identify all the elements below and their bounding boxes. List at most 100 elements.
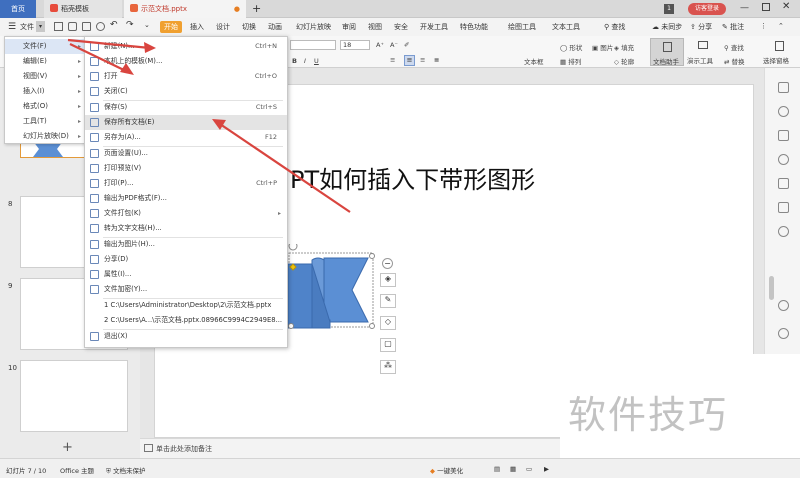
format-icon[interactable] bbox=[778, 82, 789, 93]
settings-icon[interactable] bbox=[778, 328, 789, 339]
protect-status[interactable]: ⛨ 文档未保护 bbox=[106, 465, 145, 476]
file-menu-properties[interactable]: 属性(I)... bbox=[85, 267, 287, 282]
pen-icon[interactable]: ✎ bbox=[380, 294, 396, 308]
doc-helper-icon bbox=[663, 42, 672, 52]
share-button[interactable]: ⇪ 分享 bbox=[690, 22, 712, 32]
tools-icon[interactable] bbox=[778, 202, 789, 213]
shrink-font-icon[interactable]: A⁻ bbox=[390, 41, 398, 49]
arrow-to-open bbox=[69, 43, 134, 75]
file-menu-label: 分享(D) bbox=[104, 255, 129, 263]
sync-label: 未同步 bbox=[661, 23, 683, 31]
notes-icon bbox=[144, 444, 153, 452]
comment-button[interactable]: ✎ 批注 bbox=[722, 22, 744, 32]
beautify-label: 一键美化 bbox=[437, 467, 464, 475]
arrange-button[interactable]: ▦ 排列 bbox=[560, 56, 581, 66]
help-icon[interactable] bbox=[778, 300, 789, 311]
tab-drawing-tools[interactable]: 绘图工具 bbox=[508, 22, 536, 32]
file-menu-share[interactable]: 分享(D) bbox=[85, 252, 287, 267]
backup-icon[interactable] bbox=[778, 226, 789, 237]
image-export-icon bbox=[90, 240, 99, 249]
sync-button[interactable]: ☁ 未同步 bbox=[652, 22, 682, 32]
find-label: 查找 bbox=[730, 44, 744, 52]
find-button[interactable]: ⚲ 查找 bbox=[724, 42, 744, 52]
notes-placeholder: 单击此处添加备注 bbox=[156, 445, 212, 453]
animation-icon[interactable]: ⁂ bbox=[380, 360, 396, 374]
select-pane-label: 选择窗格 bbox=[763, 57, 789, 65]
replace-button[interactable]: ⇄ 替换 bbox=[724, 56, 745, 66]
normal-view-icon[interactable]: ▤ bbox=[494, 465, 500, 473]
file-menu-exit[interactable]: 退出(X) bbox=[85, 329, 287, 344]
collapse-ribbon-icon[interactable]: ⌃ bbox=[778, 22, 784, 30]
picture-icon: ▣ bbox=[592, 44, 601, 52]
minimize-icon[interactable]: — bbox=[740, 3, 749, 13]
fill-button[interactable]: ◈ 填充 bbox=[614, 42, 634, 52]
text-box-button[interactable]: 文本框 bbox=[524, 56, 544, 66]
tab-developer[interactable]: 开发工具 bbox=[420, 22, 448, 32]
file-menu-recent-2[interactable]: 2 C:\Users\A...\示范文档.pptx.08966C9994C294… bbox=[85, 313, 287, 328]
slide-thumbnail-10[interactable] bbox=[20, 360, 128, 432]
annotation-arrows bbox=[67, 38, 351, 213]
arrange-icon: ▦ bbox=[560, 58, 569, 66]
protect-label: 文档未保护 bbox=[112, 467, 146, 475]
style-icon[interactable] bbox=[778, 130, 789, 141]
more-icon[interactable]: ⋮ bbox=[760, 22, 767, 30]
ribbon-banner-shape[interactable] bbox=[286, 244, 386, 330]
file-menu-export-image[interactable]: 输出为图片(H)... bbox=[85, 237, 287, 252]
file-menu-encrypt[interactable]: 文件加密(Y)... bbox=[85, 282, 287, 297]
fill-bucket-icon[interactable]: ◇ bbox=[380, 316, 396, 330]
animation-pane-icon[interactable] bbox=[778, 154, 789, 165]
file-menu-label: 2 C:\Users\A...\示范文档.pptx.08966C9994C294… bbox=[104, 316, 283, 324]
search-button[interactable]: ⚲ 查找 bbox=[604, 22, 625, 32]
shape-button[interactable]: ◯ 形状 bbox=[560, 42, 582, 52]
encrypt-icon bbox=[90, 285, 99, 294]
restore-icon[interactable] bbox=[762, 3, 770, 11]
clear-format-icon[interactable]: ✐ bbox=[404, 41, 409, 49]
file-menu-label: 文件加密(Y)... bbox=[104, 285, 148, 293]
align-center-icon[interactable]: ≡ bbox=[404, 55, 415, 66]
collapse-tools-icon[interactable]: − bbox=[382, 258, 393, 269]
picture-button[interactable]: ▣ 图片 bbox=[592, 42, 613, 52]
reading-view-icon[interactable]: ▭ bbox=[526, 465, 532, 473]
presenter-tools-button[interactable]: 演示工具 bbox=[686, 38, 720, 66]
justify-icon[interactable]: ≣ bbox=[434, 56, 439, 64]
login-button[interactable]: 访客登录 bbox=[688, 3, 726, 15]
status-bar: 幻灯片 7 / 10 Office 主题 ⛨ 文档未保护 ◆ 一键美化 ▤ ▦ … bbox=[0, 458, 800, 478]
file-menu-recent-1[interactable]: 1 C:\Users\Administrator\Desktop\2\示范文档.… bbox=[85, 298, 287, 313]
arrow-to-new bbox=[67, 38, 156, 53]
chat-icon[interactable] bbox=[778, 106, 789, 117]
file-menu-label: 输出为图片(H)... bbox=[104, 240, 155, 248]
tab-text-tools[interactable]: 文本工具 bbox=[552, 22, 580, 32]
outline-button[interactable]: ◇ 轮廓 bbox=[614, 56, 634, 66]
theme-name: Office 主题 bbox=[60, 467, 95, 475]
align-left-icon[interactable]: ≡ bbox=[390, 56, 395, 64]
add-slide-button[interactable]: + bbox=[62, 440, 73, 455]
properties-icon bbox=[90, 270, 99, 279]
share-icon bbox=[90, 255, 99, 264]
tab-features[interactable]: 特色功能 bbox=[460, 22, 488, 32]
presenter-icon bbox=[698, 41, 708, 49]
find-icon: ⚲ bbox=[724, 44, 731, 52]
picture-label: 图片 bbox=[600, 44, 614, 52]
scrollbar-thumb[interactable] bbox=[769, 276, 774, 300]
transition-icon[interactable] bbox=[778, 178, 789, 189]
grow-font-icon[interactable]: A⁺ bbox=[376, 41, 384, 49]
doc-helper-button[interactable]: 文档助手 bbox=[650, 38, 684, 66]
tab-view[interactable]: 视图 bbox=[368, 22, 382, 32]
shape-label: 形状 bbox=[569, 44, 583, 52]
arrange-label: 排列 bbox=[568, 58, 582, 66]
sorter-view-icon[interactable]: ▦ bbox=[510, 465, 516, 473]
doc-helper-label: 文档助手 bbox=[653, 58, 679, 66]
shield-icon: ⛨ bbox=[106, 467, 113, 475]
frame-icon[interactable]: ▢ bbox=[380, 338, 396, 352]
sync-icon: ☁ bbox=[652, 23, 662, 31]
close-icon[interactable]: ✕ bbox=[782, 1, 790, 12]
align-right-icon[interactable]: ≡ bbox=[420, 56, 425, 64]
slide-counter: 幻灯片 7 / 10 bbox=[6, 467, 47, 475]
file-menu-label: 1 C:\Users\Administrator\Desktop\2\示范文档.… bbox=[104, 301, 272, 309]
select-pane-button[interactable]: 选择窗格 bbox=[762, 38, 798, 66]
layers-icon[interactable]: ◈ bbox=[380, 273, 396, 287]
play-icon[interactable]: ▶ bbox=[544, 465, 549, 473]
beautify-button[interactable]: ◆ 一键美化 bbox=[430, 465, 463, 475]
tab-security[interactable]: 安全 bbox=[394, 22, 408, 32]
share-icon: ⇪ bbox=[690, 23, 699, 31]
